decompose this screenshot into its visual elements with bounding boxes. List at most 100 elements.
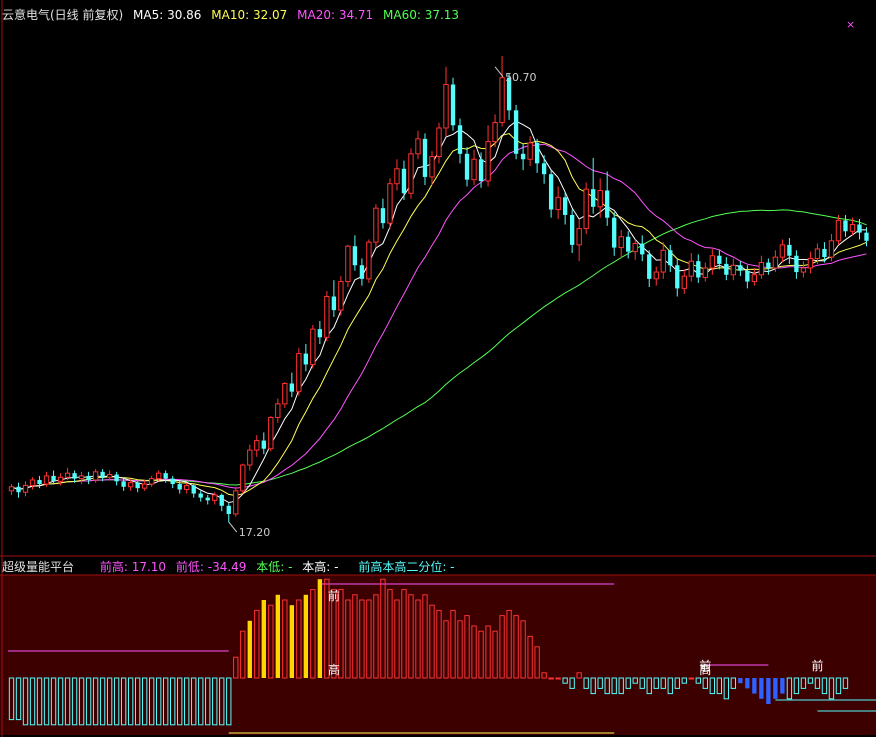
candle-body-down <box>114 474 119 482</box>
candle-body-down <box>569 214 575 245</box>
candle-body-down <box>738 265 743 271</box>
candle-body-up <box>772 256 779 269</box>
candle-body-down <box>548 174 554 210</box>
candle-body-down <box>163 473 168 479</box>
candle-body-down <box>191 485 196 494</box>
indicator-bar-blue <box>766 678 771 704</box>
candle-body-up <box>296 353 302 393</box>
candle-body-down <box>591 189 596 207</box>
candle-body-up <box>618 236 624 249</box>
price-annotation: 50.70 <box>505 71 537 84</box>
candle-body-down <box>668 250 673 266</box>
candle-body-down <box>100 471 105 478</box>
candle-body-up <box>141 483 148 489</box>
indicator-bar-yellow <box>317 579 323 678</box>
candle-body-down <box>86 475 91 480</box>
candle-body-up <box>78 475 85 480</box>
indicator-bar-up <box>555 677 561 680</box>
candle-body-down <box>16 486 21 493</box>
candle-body-up <box>29 479 36 486</box>
candle-body-down <box>317 329 323 338</box>
candle-body-down <box>331 296 337 311</box>
candle-body-down <box>822 248 827 258</box>
indicator-bar-yellow <box>247 620 252 678</box>
indicator-bar-yellow <box>275 594 280 678</box>
candle-body-up <box>247 449 253 466</box>
candle-body-up <box>807 257 814 269</box>
indicator-background <box>0 575 876 735</box>
candle-body-up <box>758 262 765 276</box>
candle-body-up <box>443 84 449 129</box>
candle-body-up <box>254 440 260 451</box>
candle-body-up <box>751 274 758 283</box>
candle-body-down <box>289 383 295 392</box>
candle-body-up <box>282 382 288 405</box>
candle-body-down <box>675 265 680 289</box>
indicator-bar-yellow <box>261 600 266 678</box>
candle-body-up <box>779 244 786 258</box>
candle-body-up <box>240 464 246 492</box>
candle-body-down <box>766 262 771 268</box>
chart-canvas[interactable]: 50.7017.20 前高前高前前 <box>0 0 876 737</box>
price-annotation: 17.20 <box>239 526 271 539</box>
candle-body-down <box>380 208 386 224</box>
candle-body-up <box>184 484 190 490</box>
candle-body-down <box>135 482 140 489</box>
candle-body-up <box>660 249 666 273</box>
indicator-bar-blue <box>752 678 757 694</box>
candle-body-down <box>352 246 358 266</box>
candle-body-down <box>450 84 456 126</box>
indicator-label: 前 <box>811 658 823 673</box>
candle-body-up <box>127 482 134 488</box>
annotation-leader <box>228 521 238 533</box>
indicator-bar-blue <box>738 678 743 684</box>
indicator-bar-yellow <box>303 594 309 678</box>
candle-body-down <box>464 153 470 180</box>
candle-body-up <box>492 122 498 143</box>
indicator-bar-blue <box>745 678 750 689</box>
candle-body-down <box>72 473 77 479</box>
candle-body-up <box>730 264 737 276</box>
candle-body-up <box>373 207 379 243</box>
candle-body-down <box>513 110 519 154</box>
candle-body-up <box>800 267 807 273</box>
candle-body-down <box>520 153 526 160</box>
candle-body-down <box>261 440 266 449</box>
candle-body-up <box>555 196 561 211</box>
candle-body-up <box>275 403 281 418</box>
chart-frame <box>0 0 876 737</box>
candle-body-up <box>681 275 687 289</box>
candle-body-down <box>219 494 224 506</box>
candle-body-up <box>849 223 856 232</box>
candle-body-down <box>562 197 568 215</box>
price-panel: 50.70 17.20 <box>8 55 869 539</box>
candle-body-down <box>534 142 540 164</box>
candle-body-up <box>527 142 533 160</box>
candle-body-up <box>345 245 351 283</box>
candle-body-up <box>583 188 589 230</box>
indicator-bar-blue <box>759 678 764 699</box>
candle-body-up <box>653 271 659 280</box>
indicator-bar-up <box>688 677 694 680</box>
candle-body-up <box>688 260 694 277</box>
indicator-bar-blue <box>780 678 785 694</box>
candle-body-up <box>597 190 603 208</box>
indicator-bar-yellow <box>289 605 295 678</box>
candle-body-down <box>170 478 175 485</box>
candle-body-up <box>92 471 99 481</box>
candle-body-up <box>709 255 715 269</box>
indicator-label: 高 <box>328 662 340 677</box>
candle-body-down <box>864 232 869 241</box>
candle-body-down <box>647 254 652 279</box>
candle-body-up <box>8 486 15 492</box>
candle-body-up <box>43 475 50 485</box>
indicator-label: 前 <box>328 588 340 603</box>
candle-body-up <box>702 267 708 278</box>
candle-body-up <box>828 240 835 258</box>
candle-body-up <box>268 416 274 450</box>
candle-body-down <box>787 244 792 256</box>
candle-body-up <box>576 228 582 246</box>
candle-body-up <box>394 168 400 185</box>
candle-body-up <box>436 127 442 158</box>
candle-body-down <box>401 168 407 194</box>
